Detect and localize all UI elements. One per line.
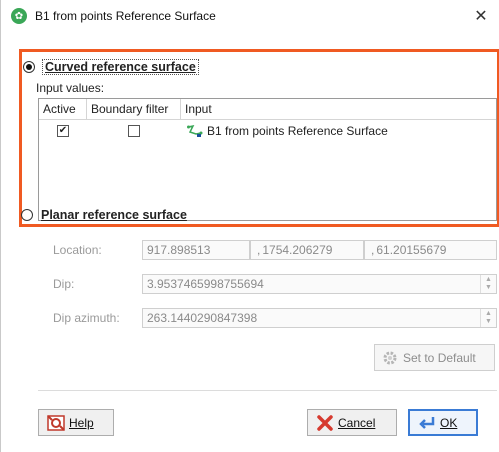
table-row: ✔ B1 from points Reference Surface [39,120,496,141]
column-header-active[interactable]: Active [39,99,87,119]
boundary-filter-checkbox[interactable] [128,124,140,137]
dialog-window: ✿ B1 from points Reference Surface ✕ Cur… [0,0,499,452]
location-y-value: 1754.206279 [262,243,333,257]
location-label: Location: [53,243,102,257]
surface-icon [187,124,203,137]
dip-azimuth-spinner[interactable]: ▲ ▼ [480,309,496,327]
app-logo-icon: ✿ [11,8,27,24]
gear-icon [383,351,397,364]
input-name: B1 from points Reference Surface [207,123,388,138]
input-values-label: Input values: [36,81,105,95]
return-icon [419,416,435,429]
dip-azimuth-value: 263.1440290847398 [147,311,258,325]
set-to-default-label: Set to Default [403,350,476,365]
location-x-field[interactable]: 917.898513 [142,240,250,260]
dip-spinner[interactable]: ▲ ▼ [480,275,496,293]
dip-value: 3.9537465998755694 [147,277,264,291]
spin-up-icon: ▲ [485,310,492,317]
active-cell: ✔ [39,124,87,137]
ok-button[interactable]: OK [408,409,478,436]
planar-surface-radio[interactable]: Planar reference surface [21,208,187,222]
location-separator: , [257,243,261,257]
title-bar: ✿ B1 from points Reference Surface ✕ [1,0,499,32]
cancel-label: Cancel [338,415,376,430]
spin-down-icon: ▼ [485,284,492,291]
radio-unselected-indicator [21,209,33,221]
active-checkbox[interactable]: ✔ [57,124,69,137]
ok-label: OK [440,415,458,430]
planar-surface-label: Planar reference surface [41,208,187,222]
cancel-icon [317,414,333,431]
location-separator: , [371,243,375,257]
divider [38,390,497,391]
location-y-field[interactable]: , 1754.206279 [250,240,364,260]
input-values-table: Active Boundary filter Input ✔ B1 from p… [38,98,497,221]
spin-up-icon: ▲ [485,276,492,283]
column-header-boundary-filter[interactable]: Boundary filter [87,99,181,119]
help-label: Help [69,415,94,430]
location-z-value: 61.20155679 [376,243,447,257]
cancel-button[interactable]: Cancel [307,409,397,436]
input-cell[interactable]: B1 from points Reference Surface [181,124,496,138]
column-header-input[interactable]: Input [181,99,496,119]
table-header: Active Boundary filter Input [39,99,496,120]
dip-azimuth-label: Dip azimuth: [53,311,120,325]
close-icon[interactable]: ✕ [467,0,495,32]
dip-field[interactable]: 3.9537465998755694 ▲ ▼ [142,274,497,294]
location-z-field[interactable]: , 61.20155679 [364,240,497,260]
spin-down-icon: ▼ [485,318,492,325]
radio-selected-indicator [23,61,35,73]
dialog-content: Curved reference surface Input values: A… [1,32,499,452]
help-button[interactable]: Help [38,409,114,436]
boundary-filter-cell [87,124,181,137]
window-title: B1 from points Reference Surface [35,9,216,23]
set-to-default-button[interactable]: Set to Default [374,344,495,371]
help-icon [47,414,65,431]
dip-azimuth-field[interactable]: 263.1440290847398 ▲ ▼ [142,308,497,328]
curved-surface-radio[interactable]: Curved reference surface [23,59,199,75]
dip-label: Dip: [53,277,75,291]
curved-surface-label: Curved reference surface [42,59,199,75]
